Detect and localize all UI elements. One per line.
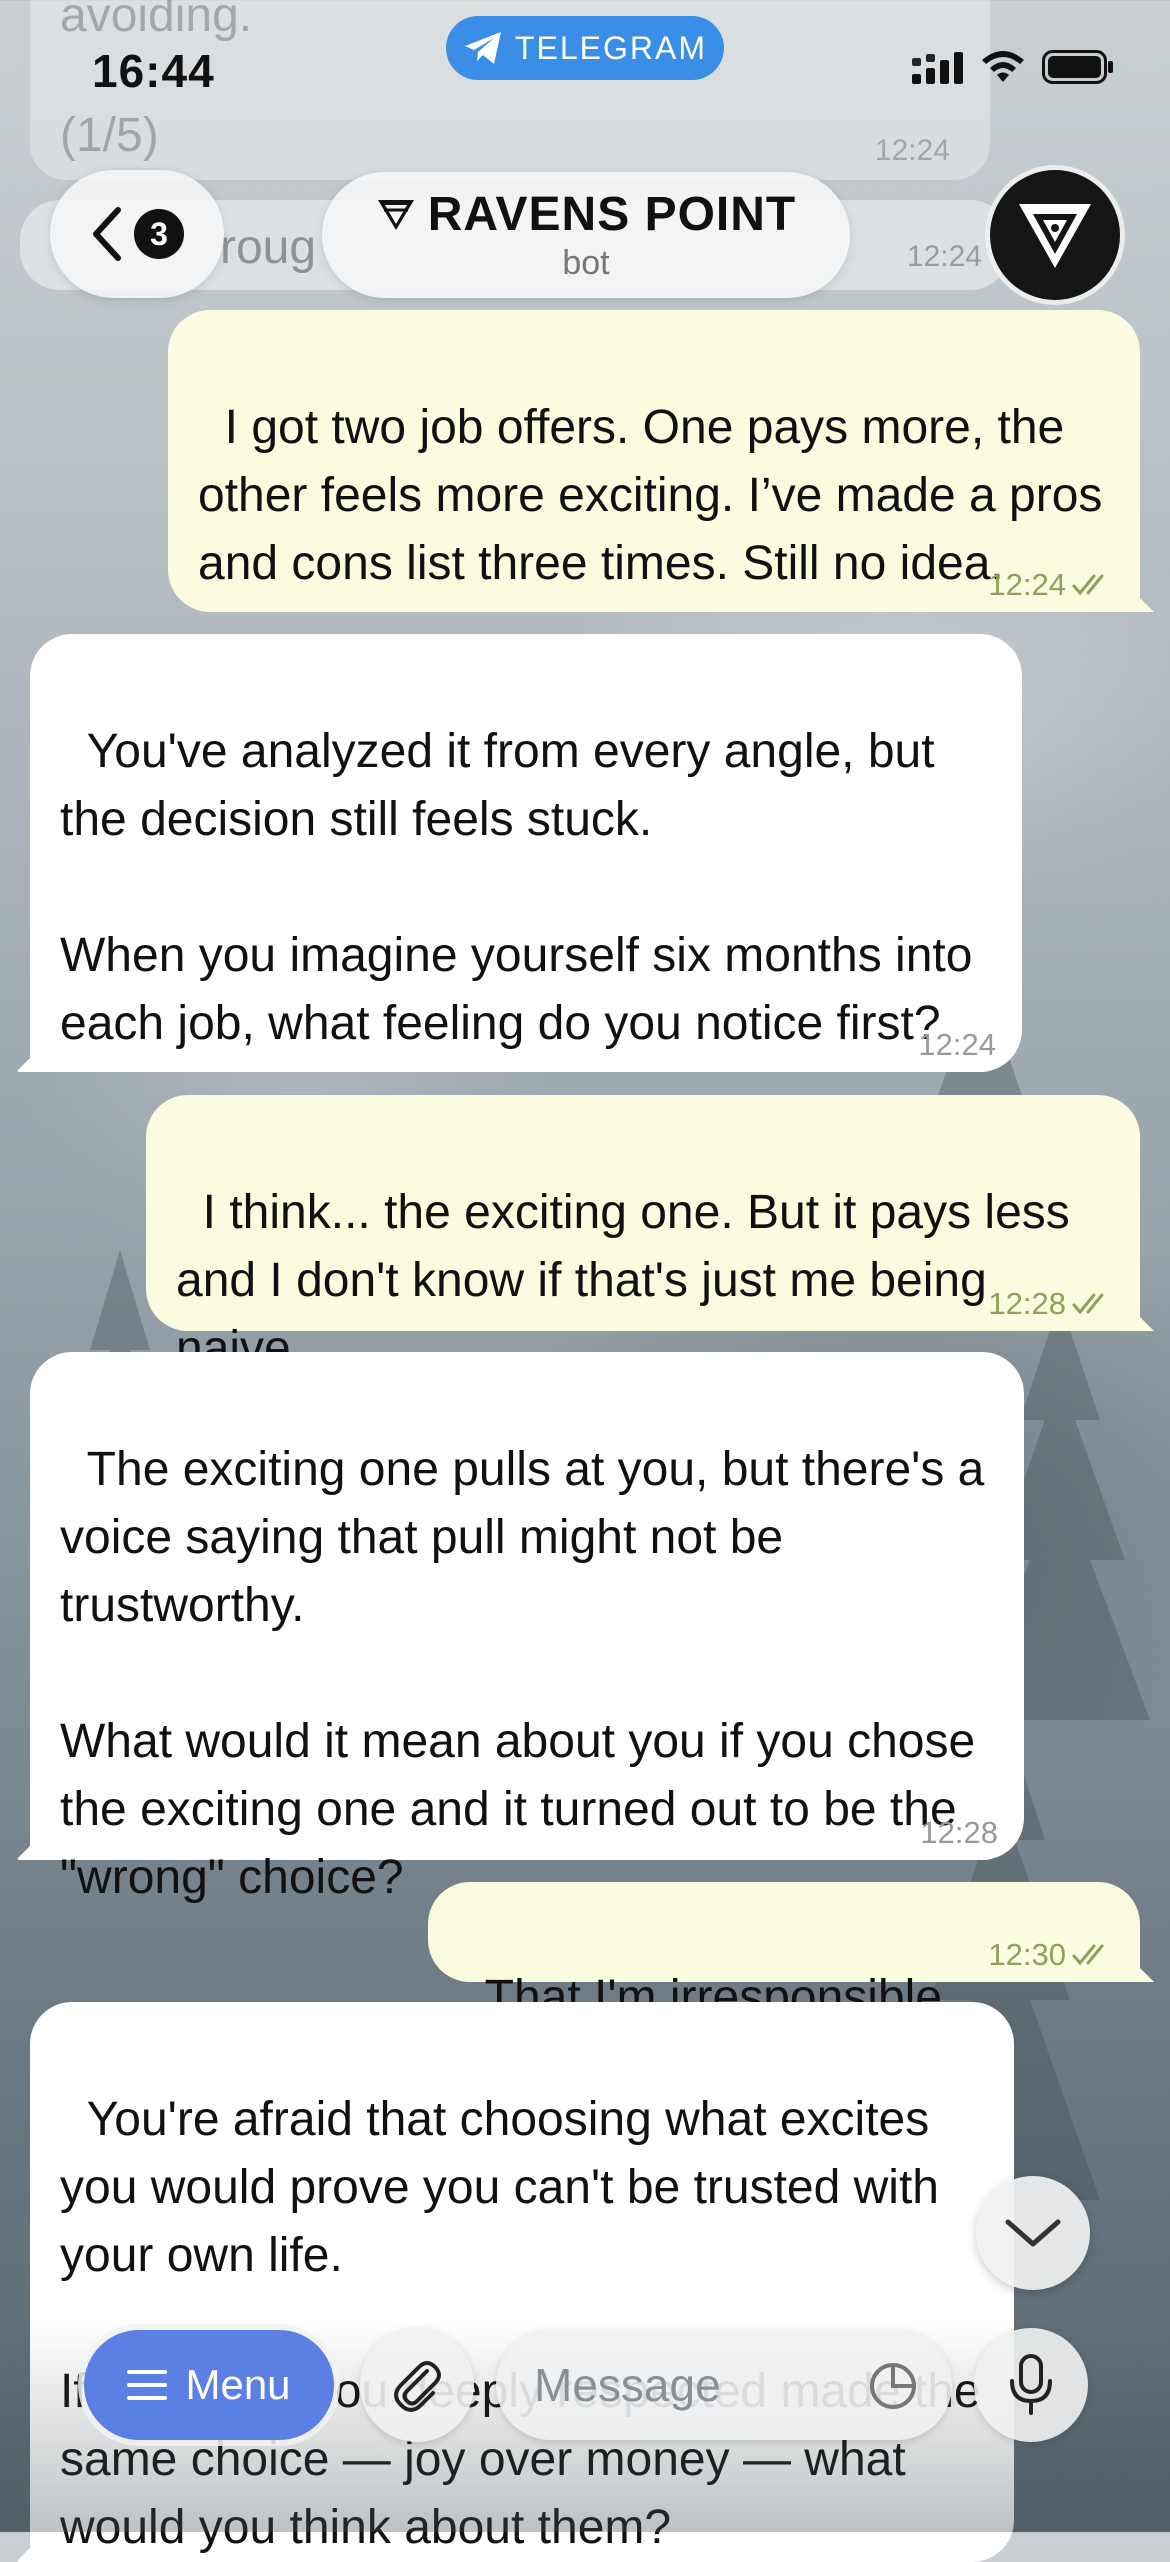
message-outgoing[interactable]: I think... the exciting one. But it pays… (146, 1095, 1140, 1375)
message-input[interactable] (532, 2357, 836, 2413)
message-incoming[interactable]: You've analyzed it from every angle, but… (30, 634, 1022, 1072)
clock: 16:44 (92, 45, 215, 97)
status-icons (912, 50, 1114, 84)
read-checks-icon (1072, 1293, 1104, 1314)
message-text: I got two job offers. One pays more, the… (198, 401, 1116, 590)
message-incoming[interactable]: You're afraid that choosing what excites… (30, 2002, 1014, 2562)
bot-menu-button[interactable]: Menu (84, 2330, 334, 2440)
message-incoming[interactable]: The exciting one pulls at you, but there… (30, 1352, 1024, 1904)
message-time: 12:24 (918, 1027, 996, 1062)
read-checks-icon (1072, 574, 1104, 595)
chat-header[interactable]: RAVENS POINT bot (322, 172, 850, 298)
return-app-label: TELEGRAM (514, 29, 708, 66)
message-time: 12:30 (988, 1937, 1066, 1972)
message-meta: 12:24 (918, 1029, 996, 1060)
sticker-icon[interactable] (868, 2361, 918, 2411)
paperclip-icon (394, 2361, 441, 2412)
attach-button[interactable] (360, 2328, 474, 2442)
ravens-logo-icon (1019, 204, 1091, 268)
message-outgoing[interactable]: I got two job offers. One pays more, the… (168, 310, 1140, 612)
back-chevron-icon (93, 207, 121, 261)
message-time: 12:24 (988, 567, 1066, 602)
ghost-partial-time: 12:24 (906, 240, 982, 273)
message-input-field[interactable] (496, 2330, 952, 2440)
signal-icon (912, 52, 963, 84)
ravens-logo-icon (377, 199, 414, 230)
message-text: The exciting one pulls at you, but there… (60, 1443, 985, 1904)
bot-avatar[interactable] (990, 170, 1120, 300)
message-time: 12:28 (920, 1815, 998, 1850)
message-outgoing[interactable]: That I'm irresponsible. 12:30 (428, 1882, 1140, 2024)
message-text: You're afraid that choosing what excites… (60, 2093, 981, 2554)
voice-record-button[interactable] (974, 2328, 1088, 2442)
menu-label: Menu (185, 2361, 291, 2408)
microphone-icon (1010, 2354, 1052, 2415)
return-to-app-pill[interactable]: TELEGRAM (446, 16, 724, 80)
ghost-partial-text: roug (220, 221, 317, 274)
message-meta: 12:24 (988, 569, 1114, 600)
back-button[interactable]: 3 (50, 170, 224, 298)
chat-subtitle: bot (562, 244, 610, 282)
message-meta: 12:28 (920, 1817, 998, 1848)
menu-lines-icon (127, 2370, 168, 2400)
status-bar: 16:44 TELEGRAM (0, 0, 1170, 150)
battery-icon (1042, 50, 1113, 84)
unread-badge: 3 (134, 209, 184, 259)
wifi-icon (982, 51, 1024, 82)
chevron-down-icon (1005, 2219, 1061, 2247)
scroll-down-button[interactable] (976, 2176, 1090, 2290)
message-text: You've analyzed it from every angle, but… (60, 725, 973, 1050)
message-text: I think... the exciting one. But it pays… (176, 1186, 1084, 1375)
message-meta: 12:28 (988, 1288, 1114, 1319)
message-time: 12:28 (988, 1286, 1066, 1321)
chat-title: RAVENS POINT (427, 188, 797, 241)
read-checks-icon (1072, 1944, 1104, 1965)
telegram-plane-icon (464, 32, 501, 64)
message-meta: 12:30 (988, 1939, 1114, 1970)
